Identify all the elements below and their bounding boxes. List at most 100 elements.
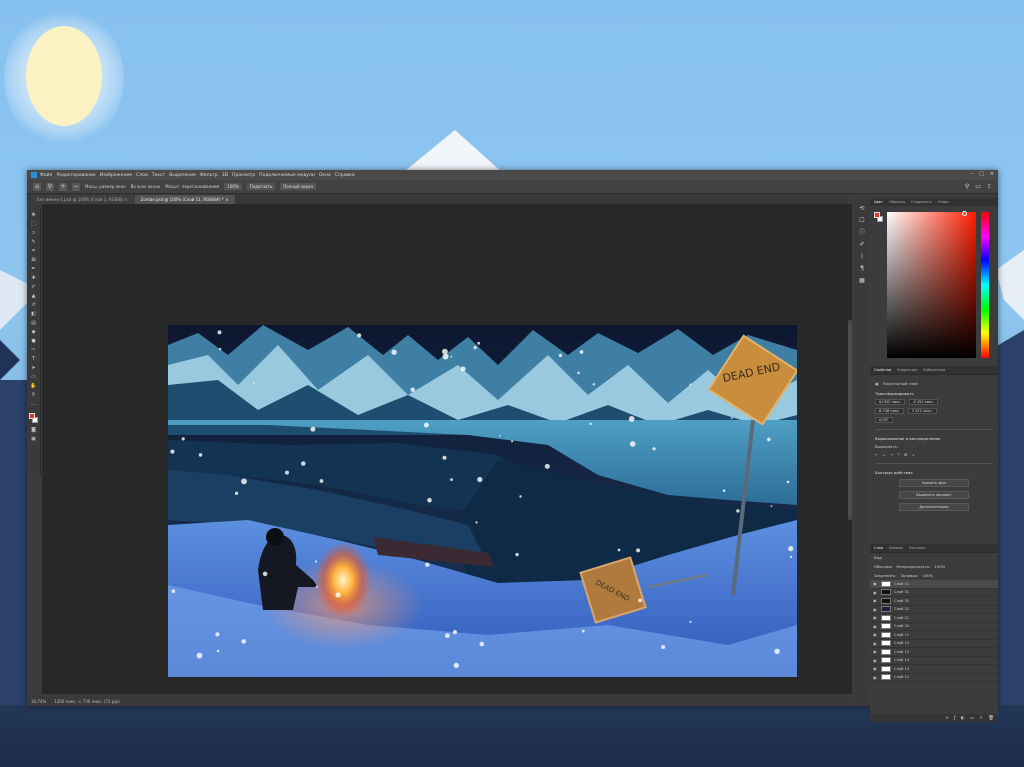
shape-tool-icon[interactable]: ▭ [30, 374, 37, 380]
opacity-value[interactable]: 100% [934, 564, 945, 569]
align-bottom-icon[interactable]: ⊥ [911, 452, 914, 457]
menu-edit[interactable]: Редактирование [56, 173, 95, 178]
delete-layer-icon[interactable]: 🗑 [988, 716, 994, 721]
type-tool-icon[interactable]: T [30, 356, 37, 362]
visibility-eye-icon[interactable]: ◉ [873, 598, 878, 603]
visibility-eye-icon[interactable]: ◉ [873, 632, 878, 637]
foreground-color-swatch[interactable] [29, 413, 35, 419]
tab-document-1[interactable]: Без имени-1.psd @ 100% (Слой 1, RGB/8) × [31, 195, 134, 204]
align-right-icon[interactable]: ⊣ [890, 452, 893, 457]
link-layers-icon[interactable]: ∞ [945, 716, 949, 721]
quick-mask-icon[interactable]: ◙ [30, 427, 37, 433]
comments-panel-icon[interactable]: ☐ [859, 218, 866, 224]
new-group-icon[interactable]: ▭ [970, 716, 974, 721]
layer-row[interactable]: ◉ Слой 22 [870, 606, 998, 614]
visibility-eye-icon[interactable]: ◉ [873, 675, 878, 680]
layer-filter-dropdown[interactable]: Вид [874, 555, 882, 560]
color-picker-handle[interactable] [962, 211, 967, 216]
tab-document-2[interactable]: Zombe.psd @ 100% (Слой 11, RGB/8#) * × [134, 195, 235, 204]
layer-style-icon[interactable]: ƒ [954, 716, 956, 721]
zoom-level[interactable]: 16,74% [31, 699, 46, 704]
tab-channels[interactable]: Каналы [889, 546, 903, 550]
history-panel-icon[interactable]: ⟲ [859, 206, 866, 212]
path-select-tool-icon[interactable]: ➤ [30, 365, 37, 371]
zoom-out-icon[interactable]: − [72, 182, 80, 191]
layer-row[interactable]: ◉ Слой 11 [870, 631, 998, 640]
paths-panel-icon[interactable]: ⌇ [859, 254, 866, 260]
scrubby-zoom-checkbox[interactable]: Масшт. перетаскиванием [165, 184, 219, 189]
resize-windows-checkbox[interactable]: Масш. размер окон [85, 184, 126, 189]
color-panel-foreground-swatch[interactable] [874, 212, 880, 218]
fit-screen-button[interactable]: Подогнать [246, 183, 276, 190]
canvas-area[interactable]: DEAD END DEAD END [42, 204, 852, 694]
menu-window[interactable]: Окно [319, 173, 331, 178]
menu-select[interactable]: Выделение [169, 173, 196, 178]
layer-row[interactable]: ◉ Слой 31 [870, 589, 998, 597]
layer-row[interactable]: ◉ Слой 12 [870, 674, 998, 682]
layer-row[interactable]: ◉ Слой 21 [870, 614, 998, 623]
more-tools-icon[interactable]: … [30, 401, 37, 407]
screen-mode-icon[interactable]: ▣ [30, 436, 37, 442]
workspace-icon[interactable]: ▭ [975, 183, 981, 190]
tool-presets-icon[interactable]: ▦ [859, 278, 866, 284]
zoom-100-button[interactable]: 100% [224, 183, 242, 190]
visibility-eye-icon[interactable]: ◉ [873, 658, 878, 663]
menu-view[interactable]: Просмотр [232, 173, 255, 178]
tab-patterns[interactable]: Узоры [938, 200, 949, 204]
all-windows-checkbox[interactable]: Во всех окнах [131, 184, 160, 189]
dodge-tool-icon[interactable]: ● [30, 338, 37, 344]
tab-layers[interactable]: Слои [874, 546, 883, 550]
close-button[interactable]: ✕ [990, 171, 994, 177]
align-left-icon[interactable]: ⊢ [875, 452, 878, 457]
layer-row[interactable]: ◉ Слой 10 [870, 640, 998, 648]
tab-color[interactable]: Цвет [874, 200, 883, 204]
lasso-tool-icon[interactable]: ↄ [30, 230, 37, 236]
tab-paths[interactable]: Контуры [909, 546, 925, 550]
visibility-eye-icon[interactable]: ◉ [873, 581, 878, 586]
visibility-eye-icon[interactable]: ◉ [873, 624, 878, 629]
hue-slider[interactable] [981, 212, 989, 358]
glyphs-panel-icon[interactable]: ¶ [859, 266, 866, 272]
new-layer-icon[interactable]: ＋ [979, 715, 984, 721]
menu-plugins[interactable]: Подключаемые модули [259, 173, 315, 178]
pen-tool-icon[interactable]: ✑ [30, 347, 37, 353]
gradient-tool-icon[interactable]: ▤ [30, 320, 37, 326]
layer-row[interactable]: ◉ Слой 15 [870, 648, 998, 657]
align-top-icon[interactable]: ⊤ [897, 452, 900, 457]
zoom-in-icon[interactable]: + [59, 182, 67, 191]
vertical-scrollbar[interactable] [848, 320, 852, 520]
visibility-eye-icon[interactable]: ◉ [873, 649, 878, 654]
layer-row[interactable]: ◉ Слой 30 [870, 597, 998, 606]
zoom-tool-icon[interactable]: ⚲ [46, 182, 54, 191]
zoom-tool-icon[interactable]: ⚲ [30, 392, 37, 398]
healing-tool-icon[interactable]: ✚ [30, 275, 37, 281]
visibility-eye-icon[interactable]: ◉ [873, 641, 878, 646]
document-canvas-image[interactable]: DEAD END DEAD END [168, 325, 797, 677]
crop-tool-icon[interactable]: ⌗ [30, 248, 37, 254]
history-brush-tool-icon[interactable]: ↺ [30, 302, 37, 308]
menu-3d[interactable]: 3D [222, 173, 228, 178]
y-field[interactable]: Y 472 пикс. [908, 408, 937, 414]
menu-image[interactable]: Изображение [100, 173, 132, 178]
maximize-button[interactable]: □ [979, 171, 984, 177]
move-tool-icon[interactable]: ✥ [30, 212, 37, 218]
layer-row[interactable]: ◉ Слой 20 [870, 623, 998, 631]
stamp-tool-icon[interactable]: ▲ [30, 293, 37, 299]
eraser-tool-icon[interactable]: ◧ [30, 311, 37, 317]
x-field[interactable]: X 452 пикс. [909, 399, 939, 405]
frame-tool-icon[interactable]: ⊠ [30, 257, 37, 263]
menu-help[interactable]: Справка [335, 173, 355, 178]
width-field[interactable]: Ш 520 пикс. [875, 399, 906, 405]
menu-file[interactable]: Файл [40, 173, 52, 178]
fill-value[interactable]: 100% [922, 573, 933, 578]
blur-tool-icon[interactable]: ◆ [30, 329, 37, 335]
more-actions-button[interactable]: Дополнительно [899, 503, 969, 511]
align-middle-icon[interactable]: ⊞ [904, 452, 907, 457]
layer-row[interactable]: ◉ Слой 11 [870, 580, 998, 589]
eyedropper-tool-icon[interactable]: ✒ [30, 266, 37, 272]
search-icon[interactable]: ⚲ [965, 183, 969, 190]
height-field[interactable]: В 738 пикс. [875, 408, 905, 414]
visibility-eye-icon[interactable]: ◉ [873, 615, 878, 620]
select-subject-button[interactable]: Выделить предмет [899, 491, 969, 499]
quick-select-tool-icon[interactable]: ✎ [30, 239, 37, 245]
